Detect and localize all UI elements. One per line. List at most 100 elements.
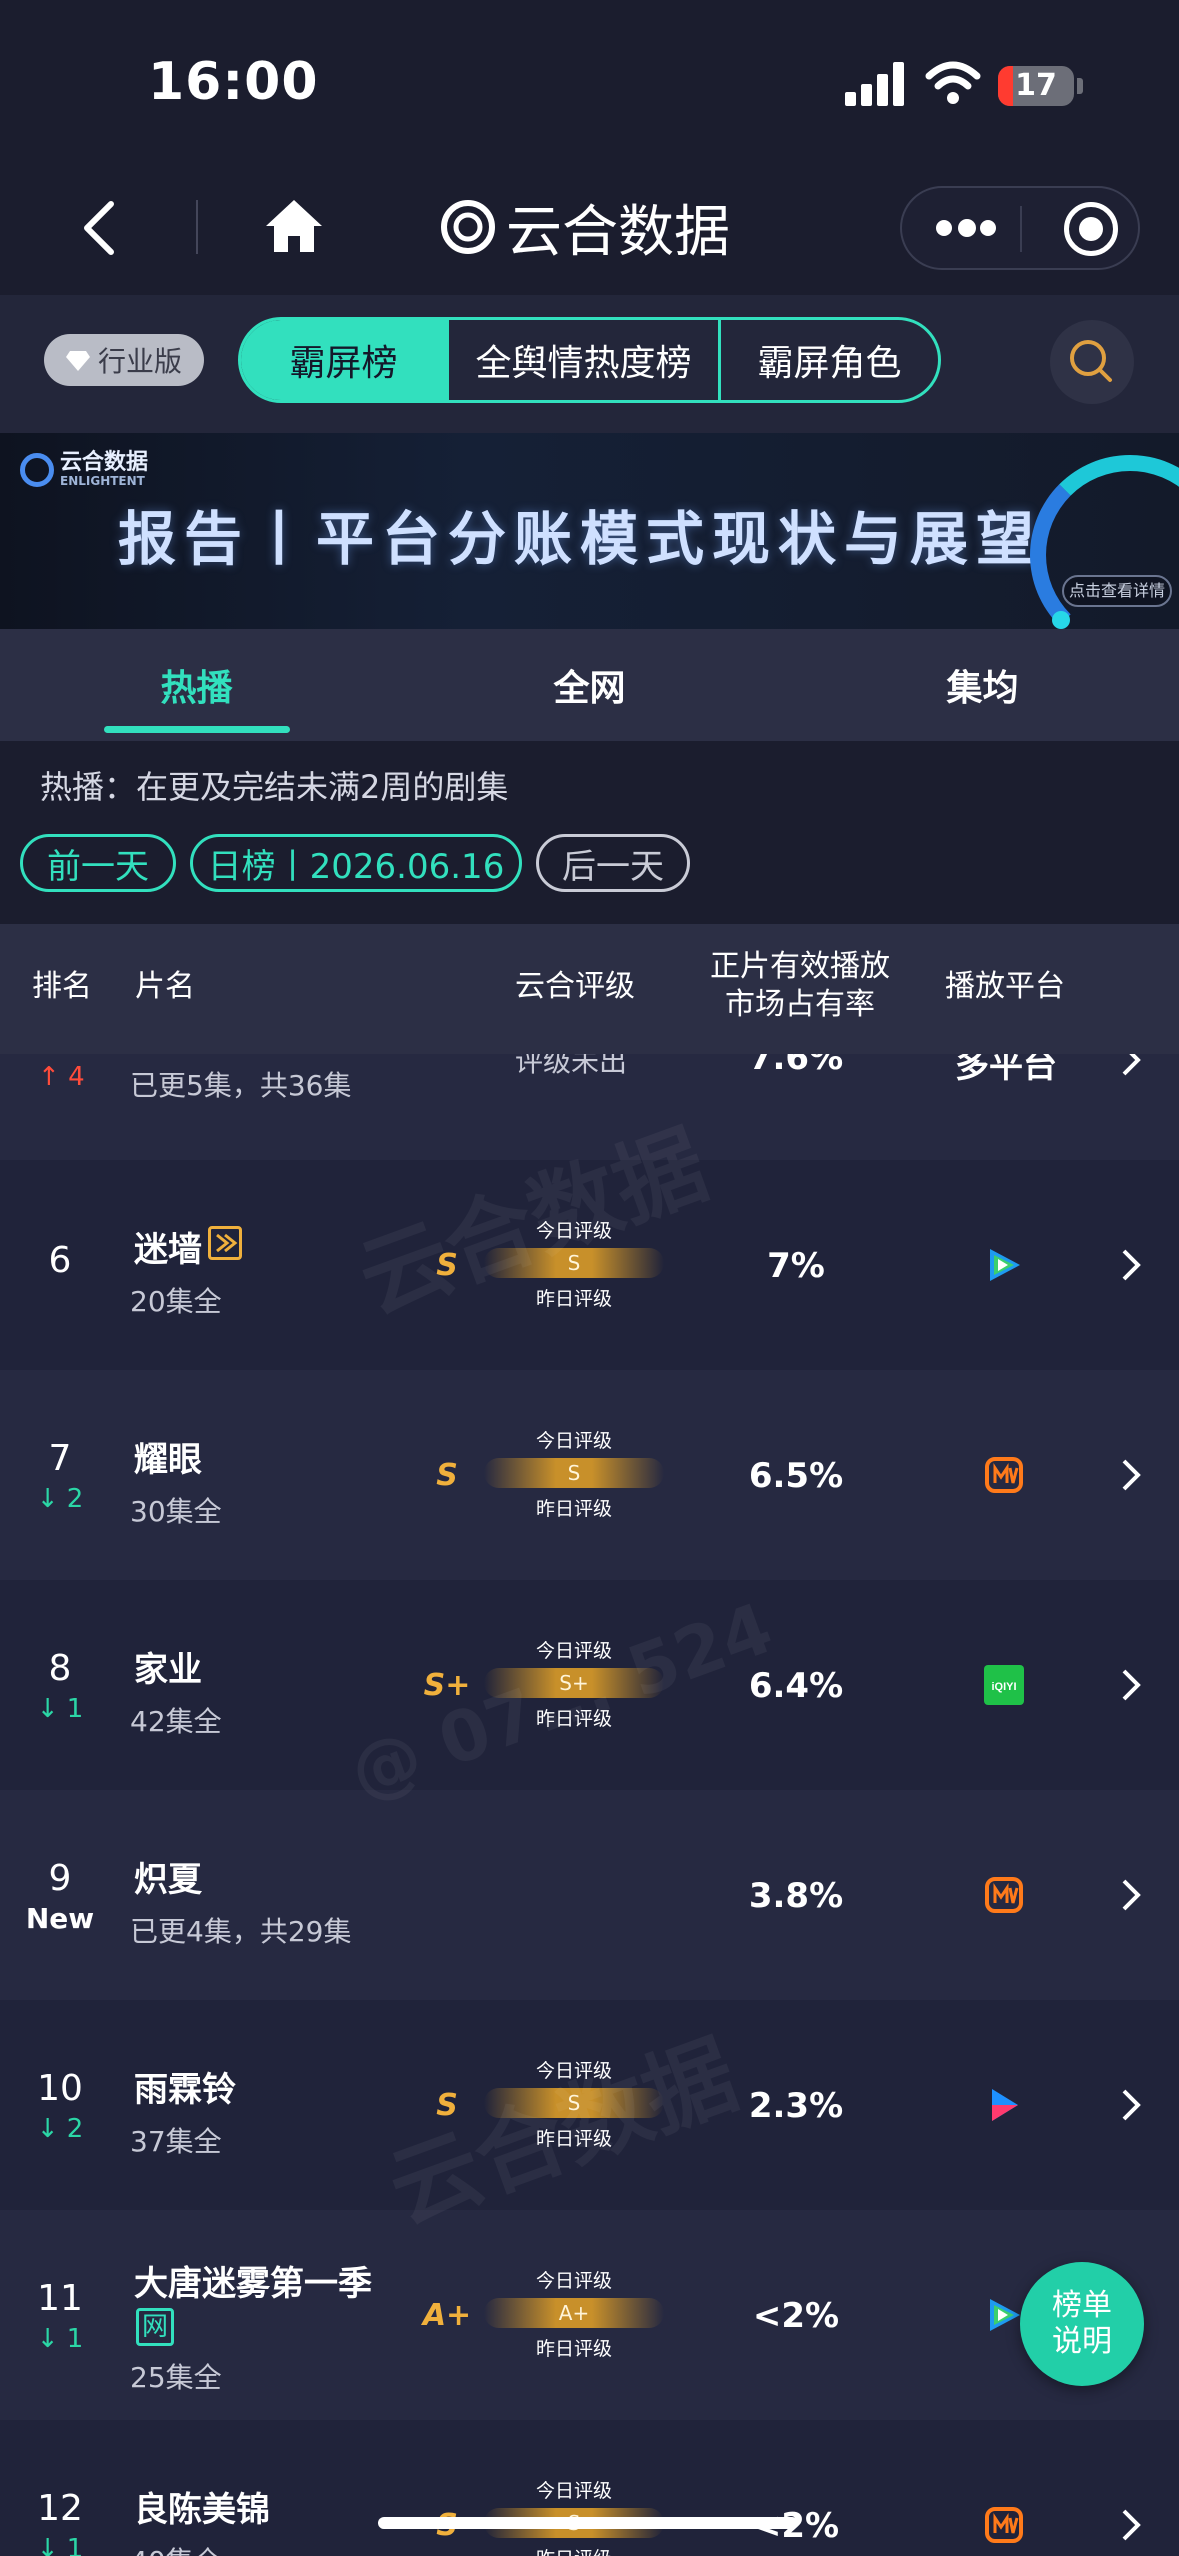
chevron-right-icon[interactable] (1118, 2085, 1144, 2125)
banner-cta-button[interactable]: 点击查看详情 (1062, 575, 1172, 607)
prev-day-button[interactable]: 前一天 (20, 834, 176, 892)
today-rating-caption: 今日评级 (535, 2480, 612, 2502)
svg-text:iQIYI: iQIYI (991, 1681, 1016, 1693)
rank-number: 7 (48, 1438, 72, 1479)
row-detail-chevron[interactable] (1118, 1875, 1144, 1915)
rank-change-up: ↑ 4 (38, 1062, 85, 1092)
rating-bar-label: S (567, 1461, 581, 1485)
ranking-segment-control: 霸屏榜 全舆情热度榜 霸屏角色 (238, 317, 941, 403)
back-icon[interactable] (75, 198, 125, 258)
drama-title[interactable]: 家业 (134, 1642, 202, 1691)
segment-sentiment-ranking[interactable]: 全舆情热度榜 (449, 320, 721, 400)
drama-title[interactable]: 雨霖铃 (134, 2062, 236, 2111)
col-share: 正片有效播放 市场占有率 (690, 948, 910, 1024)
tencent-video-icon (990, 1249, 1020, 1281)
platform-logo[interactable]: iQIYI (984, 1665, 1024, 1705)
market-share: 6.5% (748, 1456, 844, 1496)
rank-change-value: 2 (66, 2114, 84, 2144)
close-miniprogram-icon[interactable] (1064, 202, 1118, 256)
battery-icon: 17 (998, 66, 1074, 106)
row-detail-chevron[interactable] (1118, 1245, 1144, 1285)
miniprogram-capsule (900, 186, 1140, 270)
episode-count: 37集全 (130, 2125, 222, 2158)
chevron-right-icon[interactable] (1118, 1665, 1144, 1705)
rank-number: 8 (48, 1648, 72, 1689)
clock: 16:00 (148, 52, 319, 112)
row-detail-chevron[interactable] (1118, 1665, 1144, 1705)
edition-badge-label: 行业版 (97, 345, 182, 378)
episode-count: 20集全 (130, 1285, 222, 1318)
row-detail-chevron[interactable] (1118, 2505, 1144, 2545)
more-icon[interactable] (936, 219, 996, 238)
drama-title[interactable]: 炽夏 (134, 1852, 202, 1901)
row-detail-chevron[interactable] (1118, 2085, 1144, 2125)
platform-logo[interactable] (984, 2085, 1024, 2125)
col-title: 片名 (135, 969, 195, 1004)
rating-grade: S (436, 1458, 458, 1493)
chevron-right-icon[interactable] (1118, 1875, 1144, 1915)
web-drama-tag: 网 (136, 2308, 174, 2346)
brand-logo-icon (441, 200, 495, 254)
tab-per-episode[interactable]: 集均 (786, 629, 1179, 741)
nav-divider (196, 200, 198, 254)
chevron-right-icon[interactable] (1118, 1245, 1144, 1285)
banner-title: 报告丨平台分账模式现状与展望 (118, 505, 1043, 573)
platform-logo[interactable] (984, 1245, 1024, 1285)
date-selector[interactable]: 日榜丨2026.06.16 (190, 834, 522, 892)
ranking-info-button[interactable]: 榜单 说明 (1020, 2262, 1144, 2386)
drama-title[interactable]: 耀眼 (134, 1432, 202, 1481)
chevron-right-icon[interactable] (1118, 2505, 1144, 2545)
cellular-signal-icon (845, 62, 905, 106)
episode-count: 25集全 (130, 2361, 222, 2394)
episode-count: 42集全 (130, 1705, 222, 1738)
episode-count: 已更4集，共29集 (130, 1915, 352, 1948)
yesterday-rating-caption: 昨日评级 (535, 1498, 612, 1520)
wifi-icon (925, 61, 981, 104)
row-detail-chevron[interactable] (1118, 1455, 1144, 1495)
rank-change-down: ↓ 2 (36, 1484, 84, 1514)
today-rating-caption: 今日评级 (535, 2270, 612, 2292)
mango-tv-icon (985, 2507, 1023, 2543)
col-rank: 排名 (32, 969, 92, 1004)
tab-hot[interactable]: 热播 (0, 629, 393, 741)
rating-bar-label: A+ (558, 2301, 590, 2325)
diamond-icon (65, 351, 90, 371)
battery-level: 17 (1015, 68, 1057, 103)
drama-title[interactable]: 迷墙 (134, 1222, 202, 1271)
drama-title[interactable]: 大唐迷雾第一季 (134, 2256, 372, 2305)
col-platform: 播放平台 (945, 969, 1065, 1004)
chevron-right-icon[interactable] (1118, 1455, 1144, 1495)
segment-screen-ranking[interactable]: 霸屏榜 (241, 320, 449, 400)
platform-logo[interactable] (984, 1875, 1024, 1915)
active-tab-indicator (104, 726, 290, 733)
platform-logo[interactable] (984, 1455, 1024, 1495)
banner-logo-cn: 云合数据 (60, 450, 149, 475)
rank-change-value: 4 (68, 1062, 85, 1092)
edition-badge[interactable]: 行业版 (44, 334, 204, 386)
banner-logo-en: ENLIGHTENT (60, 474, 145, 488)
home-icon[interactable] (262, 196, 326, 256)
exclusive-badge-icon (208, 1226, 242, 1260)
next-day-button[interactable]: 后一天 (536, 834, 690, 892)
ranking-info-line1: 榜单 (1052, 2288, 1112, 2323)
rank-number: 10 (37, 2068, 83, 2109)
col-share-line2: 市场占有率 (725, 987, 875, 1022)
rank-number: 9 (48, 1858, 72, 1899)
tab-all-network[interactable]: 全网 (393, 629, 786, 741)
youku-icon (992, 2089, 1018, 2121)
rating-bar: S (484, 1458, 664, 1488)
rank-change-value: 1 (66, 1694, 84, 1724)
rank-change-value: 1 (66, 2324, 84, 2354)
capsule-divider (1020, 206, 1022, 252)
segment-character-ranking[interactable]: 霸屏角色 (721, 320, 938, 400)
banner-logo: 云合数据 ENLIGHTENT (20, 452, 148, 488)
rating-grade: A+ (422, 2298, 472, 2333)
search-button[interactable] (1050, 320, 1134, 404)
rank-change-down: ↓ 1 (36, 2324, 84, 2354)
col-rating: 云合评级 (515, 969, 635, 1004)
platform-logo[interactable] (984, 2295, 1024, 2335)
rating-bar: A+ (484, 2298, 664, 2328)
mango-tv-icon (985, 1877, 1023, 1913)
platform-logo[interactable] (984, 2505, 1024, 2545)
drama-title[interactable]: 良陈美锦 (134, 2482, 270, 2531)
